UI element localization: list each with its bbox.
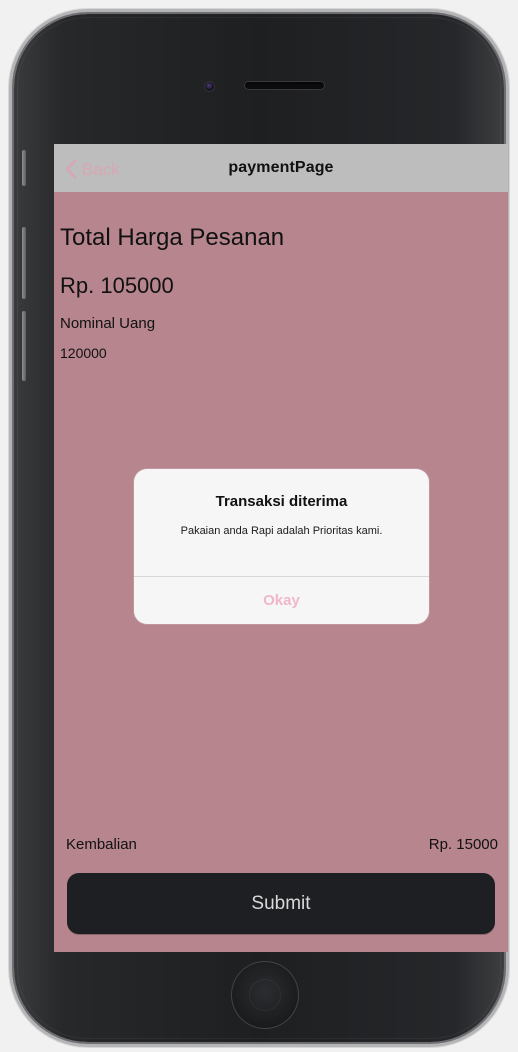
total-order-title: Total Harga Pesanan bbox=[60, 224, 285, 251]
okay-button[interactable]: Okay bbox=[134, 577, 429, 624]
change-value: Rp. 15000 bbox=[428, 836, 498, 853]
speaker-grille bbox=[245, 82, 324, 89]
page: Back paymentPage Total Harga Pesanan Rp.… bbox=[0, 0, 518, 1052]
home-button[interactable] bbox=[231, 961, 299, 1029]
volume-up-button bbox=[22, 227, 26, 299]
volume-down-button bbox=[22, 311, 26, 381]
total-order-value: Rp. 105000 bbox=[60, 273, 174, 298]
money-amount-value: 120000 bbox=[60, 345, 107, 361]
mute-switch bbox=[22, 150, 26, 186]
page-title: paymentPage bbox=[228, 159, 334, 176]
alert-message: Pakaian anda Rapi adalah Prioritas kami. bbox=[180, 525, 383, 537]
transaction-alert-dialog: Transaksi diterima Pakaian anda Rapi ada… bbox=[134, 469, 429, 624]
change-label: Kembalian bbox=[66, 836, 137, 853]
submit-button[interactable]: Submit bbox=[67, 873, 495, 934]
alert-title: Transaksi diterima bbox=[215, 493, 348, 510]
front-camera-icon bbox=[205, 82, 214, 91]
phone-frame: Back paymentPage Total Harga Pesanan Rp.… bbox=[14, 14, 508, 1042]
navigation-bar: Back paymentPage bbox=[54, 144, 508, 192]
app-screen: Back paymentPage Total Harga Pesanan Rp.… bbox=[54, 144, 508, 952]
money-amount-label: Nominal Uang bbox=[60, 315, 156, 332]
